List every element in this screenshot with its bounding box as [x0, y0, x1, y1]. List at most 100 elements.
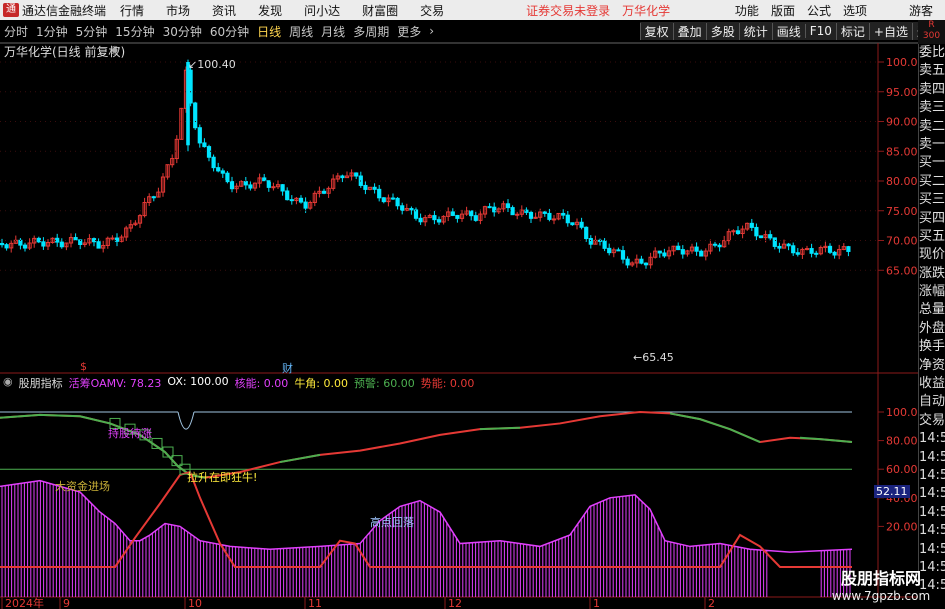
candle-body: [4, 244, 9, 249]
candle-body: [381, 197, 386, 203]
candle-body: [202, 142, 207, 148]
candle-body: [110, 237, 115, 240]
sidebar-label[interactable]: 涨跌: [919, 265, 945, 283]
sidebar-label[interactable]: 卖三: [919, 99, 945, 117]
signal-capital: 大资金进场: [55, 480, 110, 493]
time-tick-label: 2: [708, 597, 715, 609]
candle-body: [809, 248, 814, 254]
candle-body: [243, 181, 248, 186]
sidebar-label[interactable]: 卖五: [919, 62, 945, 80]
sidebar-label[interactable]: 总量: [919, 301, 945, 319]
signal-fall: 高点回落: [370, 516, 414, 529]
sidebar-label[interactable]: 14:56: [919, 449, 945, 467]
candle-body: [487, 206, 492, 209]
sidebar-label[interactable]: 卖四: [919, 81, 945, 99]
candle-body: [229, 181, 235, 190]
high-label: ↙100.40: [188, 58, 236, 71]
indicator-name[interactable]: 股朋指标: [19, 375, 63, 391]
candle-body: [266, 180, 271, 188]
candle-body: [262, 177, 267, 182]
sidebar-label[interactable]: 收益: [919, 375, 945, 393]
legend-item: 核能: 0.00: [234, 377, 289, 390]
sidebar-label[interactable]: 14:56: [919, 430, 945, 448]
candle-body: [271, 186, 276, 189]
sidebar-label[interactable]: 卖二: [919, 118, 945, 136]
sidebar-label[interactable]: 买二: [919, 173, 945, 191]
chart-title: 万华化学(日线 前复权): [4, 45, 126, 59]
sidebar-label[interactable]: 买四: [919, 210, 945, 228]
price-tick-label: 85.00: [886, 145, 918, 158]
candle-body: [542, 211, 547, 214]
time-tick-label: 10: [188, 597, 202, 609]
candle-body: [676, 245, 681, 251]
sidebar-label[interactable]: 买五: [919, 228, 945, 246]
candle-body: [754, 226, 759, 237]
sidebar-label[interactable]: 14:56: [919, 522, 945, 540]
sidebar-label[interactable]: 14:56: [919, 541, 945, 559]
sidebar-label[interactable]: 卖一: [919, 136, 945, 154]
candle-body: [620, 250, 626, 260]
sidebar-label[interactable]: 14:56: [919, 467, 945, 485]
sidebar-label[interactable]: 14:56: [919, 504, 945, 522]
candle-body: [469, 210, 474, 217]
candle-body: [197, 127, 202, 144]
indicator-current-value: 52.11: [874, 485, 910, 498]
sidebar-label[interactable]: 交易: [919, 412, 945, 430]
ox-line: [177, 411, 195, 430]
sidebar-label[interactable]: 现价: [919, 246, 945, 264]
sidebar-label[interactable]: 换手: [919, 338, 945, 356]
candle-body: [579, 221, 584, 228]
settings-icon[interactable]: ◉: [110, 43, 120, 56]
candle-body: [791, 245, 796, 254]
candle-body: [193, 102, 198, 129]
candle-body: [151, 196, 156, 199]
candle-body: [786, 243, 791, 247]
quote-sidebar: 委比 卖五 卖四 卖三 卖二 卖一 买一 买二 买三 买四 买五 现价 涨跌 涨幅 总量 外盘 换手 净资 收益 自动…: [918, 44, 945, 593]
candle-body: [616, 249, 621, 252]
candle-body: [280, 184, 285, 192]
ind-tick-label: 20.00: [886, 520, 918, 533]
candle-body: [772, 237, 777, 247]
candle-body: [846, 246, 851, 252]
candle-body: [694, 246, 699, 252]
candle-body: [390, 197, 396, 200]
candle-body: [22, 244, 28, 249]
candle-body: [657, 250, 662, 254]
trend-down-line: [0, 413, 206, 479]
price-tick-label: 100.0: [886, 56, 918, 69]
legend-item: OX: 100.00: [167, 375, 229, 388]
sidebar-label[interactable]: 净资: [919, 357, 945, 375]
sidebar-label[interactable]: 买一: [919, 154, 945, 172]
kline-chart[interactable]: 100.0 95.00 90.00 85.00 80.00 75.00 70.00 65.00…: [0, 0, 918, 609]
candle-body: [473, 215, 478, 221]
candle-body: [758, 235, 764, 239]
trend-down-line: [799, 436, 853, 444]
candle-body: [643, 262, 649, 266]
candle-body: [795, 252, 800, 255]
candle-body: [340, 175, 345, 179]
candle-body: [377, 188, 382, 199]
candle-body: [735, 230, 741, 235]
candle-body: [515, 213, 520, 216]
sidebar-label[interactable]: 14:56: [919, 485, 945, 503]
sidebar-label[interactable]: 外盘: [919, 320, 945, 338]
sidebar-label[interactable]: 自动: [919, 393, 945, 411]
candle-body: [625, 258, 630, 266]
candle-body: [395, 197, 400, 207]
signal-rise: 拉升在即狂牛!: [187, 471, 258, 484]
candle-body: [59, 241, 64, 248]
sidebar-label[interactable]: 买三: [919, 191, 945, 209]
candle-body: [409, 208, 414, 211]
candle-body: [768, 234, 773, 239]
indicator-settings-icon[interactable]: ◉: [3, 375, 13, 391]
candle-body: [211, 156, 216, 169]
sidebar-label[interactable]: 涨幅: [919, 283, 945, 301]
price-tick-label: 95.00: [886, 86, 918, 99]
legend-item: 牛角: 0.00: [294, 377, 349, 390]
candle-body: [18, 239, 23, 246]
sidebar-label[interactable]: 委比: [919, 44, 945, 62]
candle-body: [662, 252, 667, 257]
candle-body: [731, 230, 736, 233]
time-tick-label: 12: [448, 597, 462, 609]
legend-item: 预警: 60.00: [354, 377, 415, 390]
